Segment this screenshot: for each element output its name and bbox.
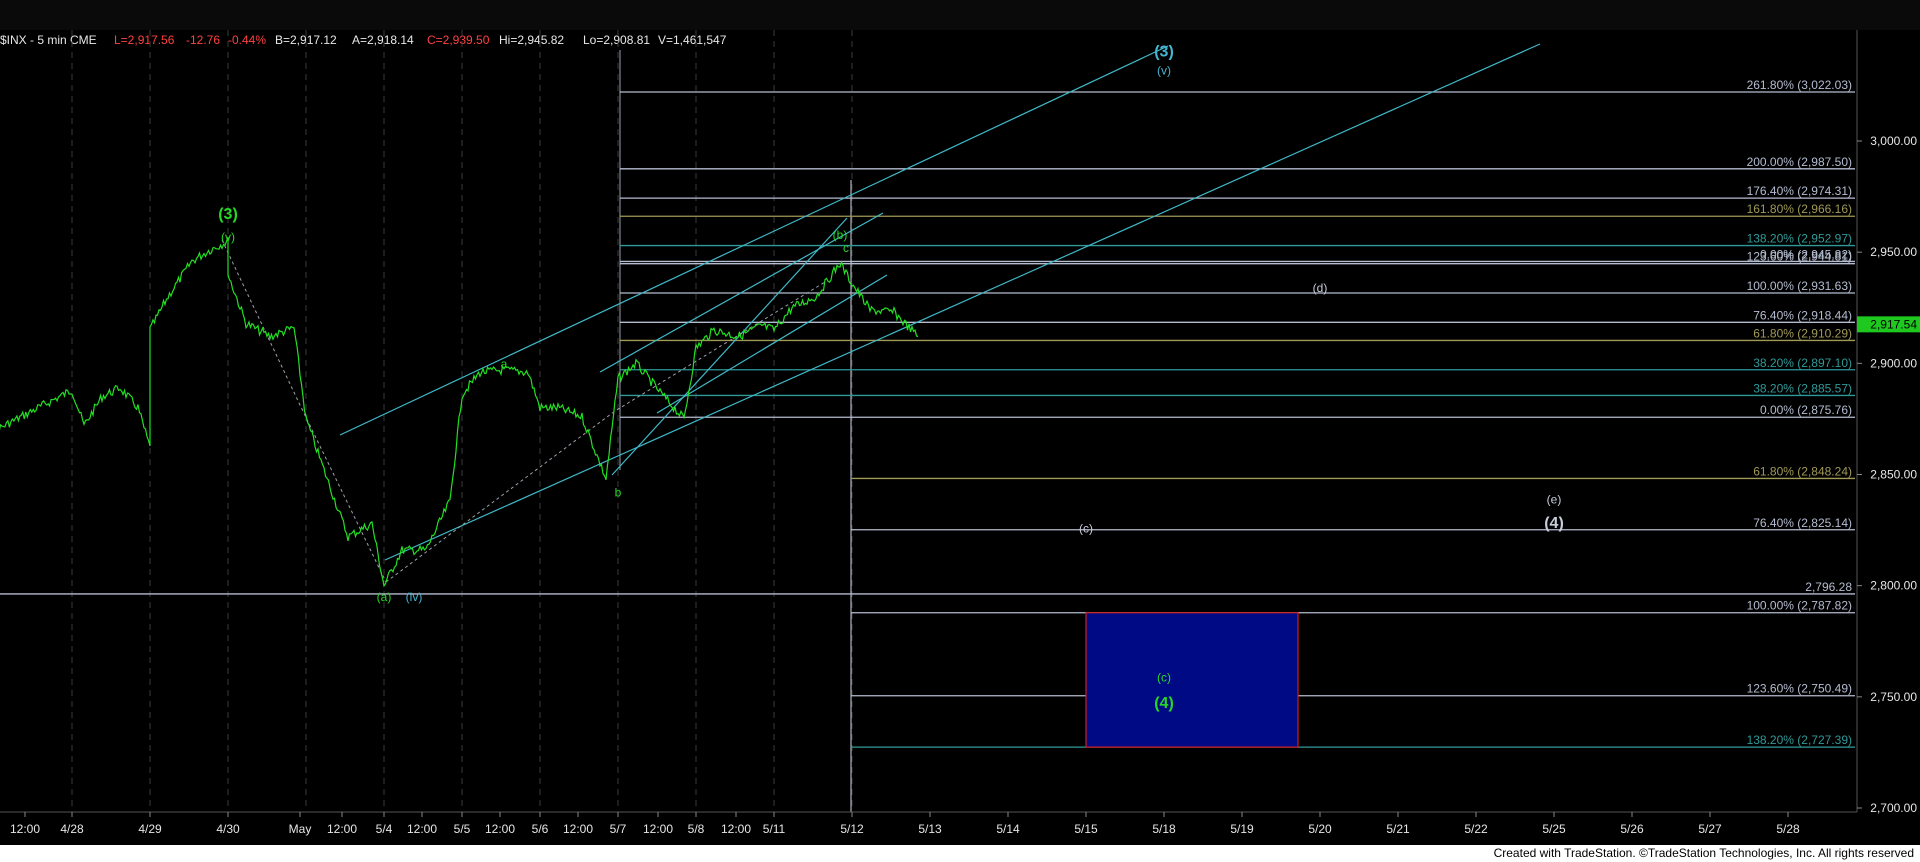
wave-connector-line xyxy=(385,281,826,583)
target-zone xyxy=(1085,612,1299,748)
wave-label: (4) xyxy=(1544,515,1564,532)
wave-label: (3) xyxy=(1154,44,1174,61)
price-tick-label: 2,800.00 xyxy=(1870,579,1917,593)
fib-level-label: 138.20% (2,727.39) xyxy=(1747,733,1852,747)
time-tick-label: 4/30 xyxy=(216,822,240,836)
wave-label: b xyxy=(615,486,622,500)
fib-level-label: 176.40% (2,974.31) xyxy=(1747,184,1852,198)
time-tick-label: 12:00 xyxy=(485,822,515,836)
low-label: Lo=2,908.81 xyxy=(583,33,650,47)
time-tick-label: 12:00 xyxy=(327,822,357,836)
wave-label: (3) xyxy=(218,206,238,223)
time-tick-label: 5/4 xyxy=(376,822,393,836)
price-tick-label: 2,700.00 xyxy=(1870,801,1917,815)
price-axis: 3,000.00 2,950.00 2,900.00 2,850.00 2,800.00… xyxy=(1856,30,1920,815)
price-tick-label: 3,000.00 xyxy=(1870,134,1917,148)
fib-level-label: 123.60% (2,750.49) xyxy=(1747,682,1852,696)
price-tick-label: 2,750.00 xyxy=(1870,690,1917,704)
time-tick-label: 12:00 xyxy=(407,822,437,836)
price-tick-label: 2,950.00 xyxy=(1870,245,1917,259)
wave-label: (b) xyxy=(833,228,848,242)
fib-level-label: 138.20% (2,952.97) xyxy=(1747,232,1852,246)
percent-change-label: -0.44% xyxy=(228,33,266,47)
time-tick-label: 5/7 xyxy=(610,822,627,836)
fib-level-label: 123.60% (2,944.81) xyxy=(1747,250,1852,264)
time-tick-label: 12:00 xyxy=(563,822,593,836)
last-price-value: 2,917.54 xyxy=(1870,317,1917,331)
ask-label: A=2,918.14 xyxy=(352,33,414,47)
wave-labels: (3) (v) (a) (iv) a b (b)c (3) (v) (d) (c) (e) (4) (c)… xyxy=(218,44,1564,712)
time-tick-label: 4/29 xyxy=(138,822,162,836)
time-tick-label: 12:00 xyxy=(10,822,40,836)
footer-credit: Created with TradeStation. ©TradeStation… xyxy=(0,845,1920,862)
symbol-label: $INX - 5 min CME xyxy=(0,33,97,47)
fib-level-label: 100.00% (2,787.82) xyxy=(1747,599,1852,613)
fib-level-label: 0.00% (2,875.76) xyxy=(1760,403,1852,417)
fib-level-label: 200.00% (2,987.50) xyxy=(1747,155,1852,169)
fib-level-label: 76.40% (2,918.44) xyxy=(1753,308,1852,322)
time-tick-label: May xyxy=(289,822,312,836)
time-tick-label: 5/28 xyxy=(1776,822,1800,836)
fib-level-label: 76.40% (2,825.14) xyxy=(1753,516,1852,530)
time-tick-label: 5/21 xyxy=(1386,822,1410,836)
wave-label: (c) xyxy=(1079,521,1093,535)
wave-label: c xyxy=(843,241,849,255)
wave-label: (v) xyxy=(221,230,235,244)
fib-level-label: 38.20% (2,885.57) xyxy=(1753,381,1852,395)
fib-level-label: 100.00% (2,931.63) xyxy=(1747,279,1852,293)
volume-label: V=1,461,547 xyxy=(658,33,727,47)
time-tick-label: 12:00 xyxy=(643,822,673,836)
time-tick-label: 5/15 xyxy=(1074,822,1098,836)
change-label: -12.76 xyxy=(186,33,220,47)
fibonacci-levels: 261.80% (3,022.03) 200.00% (2,987.50) 176.… xyxy=(0,78,1855,748)
time-tick-label: 5/8 xyxy=(688,822,705,836)
time-tick-label: 5/14 xyxy=(996,822,1020,836)
price-series xyxy=(0,236,919,588)
fib-level-label: 2,796.28 xyxy=(1805,580,1852,594)
price-tick-label: 2,900.00 xyxy=(1870,356,1917,370)
wave-label: (a) xyxy=(377,590,392,604)
time-axis: 12:00 4/28 4/29 4/30 May 12:00 5/4 12:00 5/5 12:0… xyxy=(0,811,1857,836)
fib-level-label: 61.80% (2,848.24) xyxy=(1753,464,1852,478)
wave-label: (4) xyxy=(1154,695,1174,712)
time-tick-label: 5/6 xyxy=(532,822,549,836)
time-tick-label: 5/25 xyxy=(1542,822,1566,836)
time-tick-label: 5/19 xyxy=(1230,822,1254,836)
wave-label: (v) xyxy=(1157,63,1171,77)
price-tick-label: 2,850.00 xyxy=(1870,468,1917,482)
wave-label: (c) xyxy=(1157,670,1171,684)
time-tick-label: 5/18 xyxy=(1152,822,1176,836)
price-line xyxy=(0,236,919,588)
time-tick-label: 5/12 xyxy=(840,822,864,836)
high-label: Hi=2,945.82 xyxy=(499,33,564,47)
time-tick-label: 5/26 xyxy=(1620,822,1644,836)
close-label: C=2,939.50 xyxy=(427,33,490,47)
time-tick-label: 5/11 xyxy=(763,822,786,836)
session-separators xyxy=(71,30,853,812)
wave-label: a xyxy=(501,357,508,371)
wave-label: (e) xyxy=(1547,492,1562,506)
time-tick-label: 4/28 xyxy=(60,822,84,836)
fib-level-label: 61.80% (2,910.29) xyxy=(1753,326,1852,340)
fib-level-label: 161.80% (2,966.16) xyxy=(1747,202,1852,216)
time-tick-label: 5/13 xyxy=(918,822,942,836)
trend-channel-line[interactable] xyxy=(339,45,1169,436)
trend-channel-line[interactable] xyxy=(611,217,848,476)
time-tick-label: 5/22 xyxy=(1464,822,1488,836)
time-tick-label: 5/20 xyxy=(1308,822,1332,836)
fib-level-label: 261.80% (3,022.03) xyxy=(1747,78,1852,92)
target-zone-box xyxy=(1085,612,1299,748)
time-tick-label: 5/27 xyxy=(1698,822,1722,836)
wave-label: (iv) xyxy=(406,590,423,604)
time-tick-label: 12:00 xyxy=(721,822,751,836)
price-chart[interactable]: $INX - 5 min CME L=2,917.56 -12.76 -0.44… xyxy=(0,0,1920,845)
wave-label: (d) xyxy=(1313,281,1328,295)
fib-level-label: 38.20% (2,897.10) xyxy=(1753,356,1852,370)
trend-channel-line[interactable] xyxy=(384,43,1541,561)
last-price-label: L=2,917.56 xyxy=(114,33,175,47)
time-tick-label: 5/5 xyxy=(454,822,471,836)
